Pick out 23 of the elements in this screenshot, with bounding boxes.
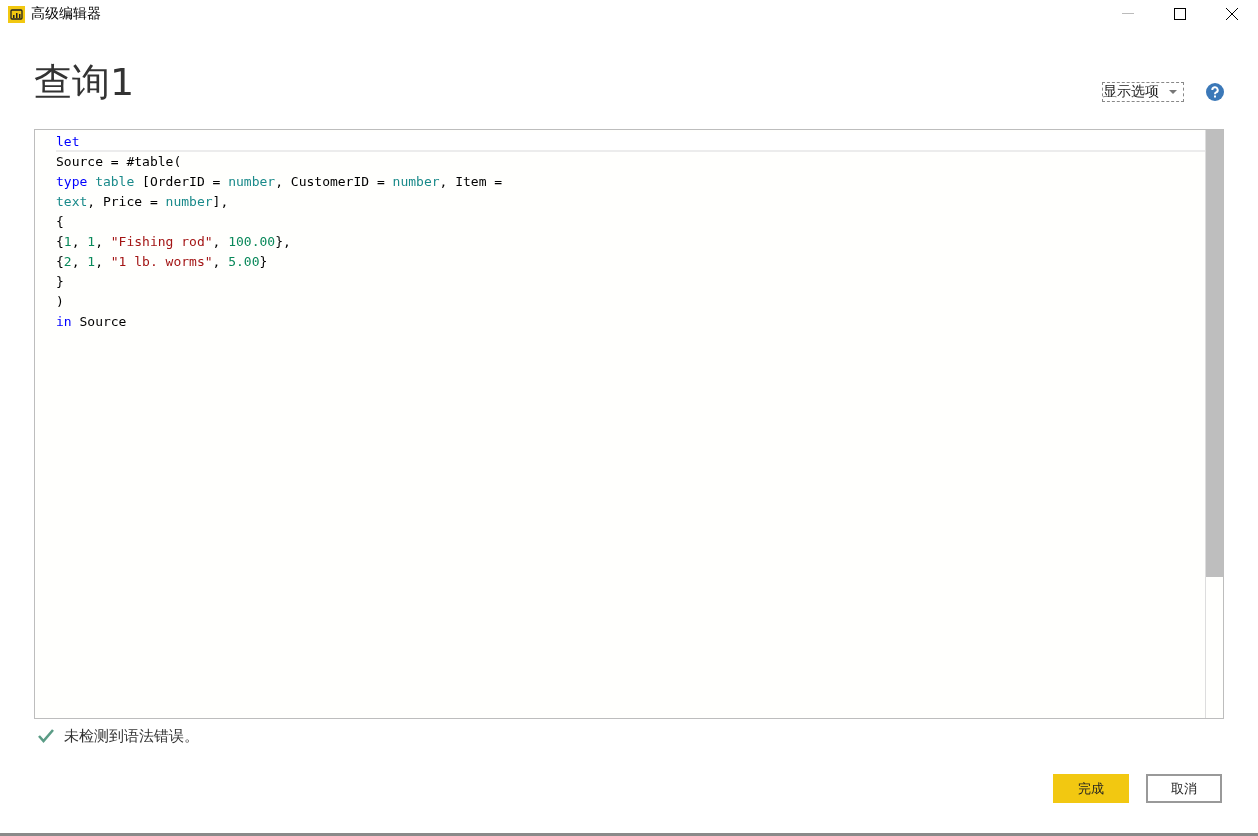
code-line: type table [OrderID = number, CustomerID = number, Item =	[56, 173, 504, 191]
code-editor[interactable]: let Source = #table( type table [OrderID = number, CustomerID = number, Item = text, Price = number], { {1, 1, "Fishing rod", 100.00}, {2, 1, "1 lb. worms", 5.00} } ) in Source	[34, 129, 1224, 719]
display-options-dropdown[interactable]: 显示选项	[1102, 82, 1184, 102]
done-button[interactable]: 完成	[1053, 774, 1129, 803]
code-line: {2, 1, "1 lb. worms", 5.00}	[56, 253, 269, 271]
code-line: Source = #table(	[56, 153, 183, 171]
maximize-icon[interactable]	[1174, 8, 1186, 20]
close-icon[interactable]	[1226, 8, 1238, 20]
code-line: }	[56, 273, 65, 291]
code-line: )	[56, 293, 65, 311]
query-title: 查询1	[34, 59, 135, 106]
code-line: in Source	[56, 313, 128, 331]
code-line: {1, 1, "Fishing rod", 100.00},	[56, 233, 292, 251]
code-line: {	[56, 213, 65, 231]
help-icon[interactable]	[1206, 83, 1224, 101]
caret-icon	[1169, 90, 1177, 94]
status-message: 未检测到语法错误。	[64, 726, 199, 746]
scrollbar-thumb[interactable]	[1206, 130, 1223, 577]
app-logo-icon	[8, 5, 25, 23]
code-line: text, Price = number],	[56, 193, 230, 211]
cancel-button[interactable]: 取消	[1146, 774, 1222, 803]
window-title: 高级编辑器	[31, 5, 101, 23]
check-icon	[38, 729, 54, 743]
